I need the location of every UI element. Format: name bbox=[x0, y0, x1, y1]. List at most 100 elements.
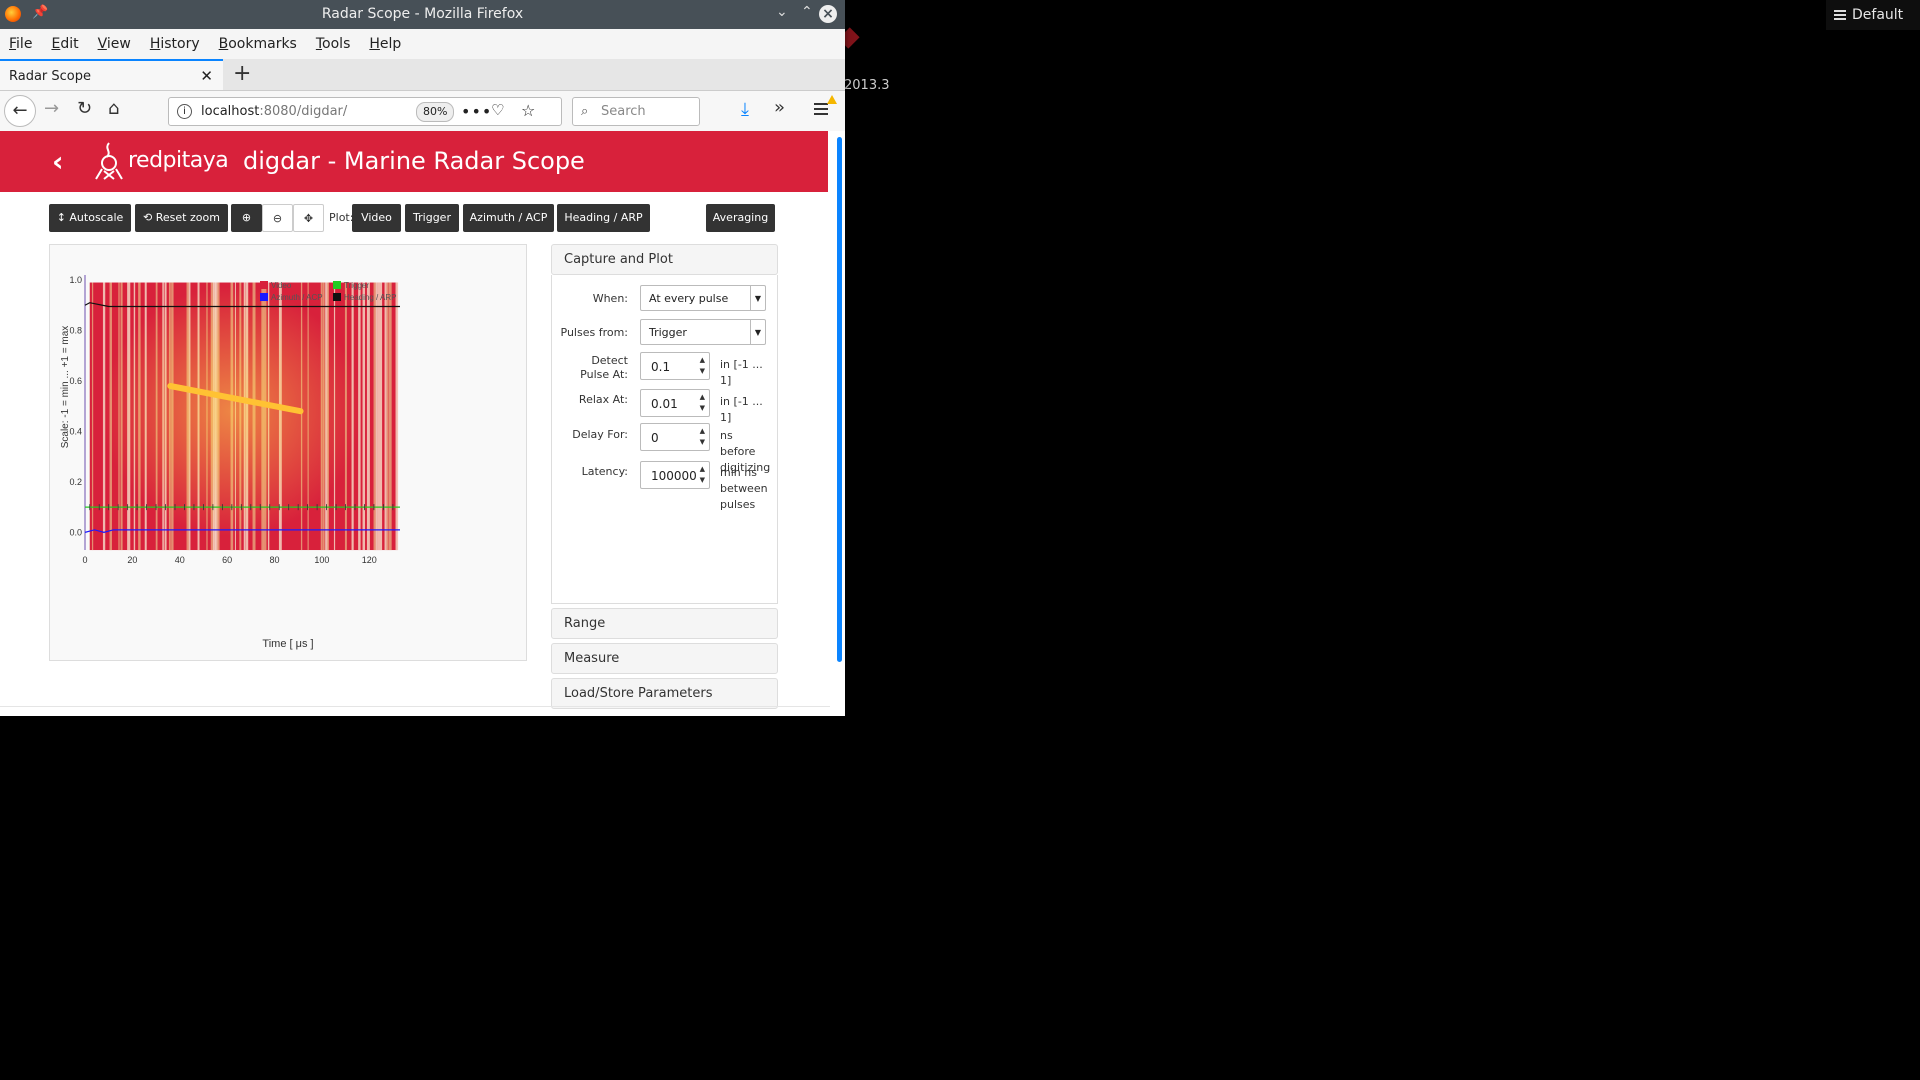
video-stripe bbox=[395, 282, 399, 551]
legend-label: Video bbox=[271, 281, 292, 290]
legend-swatch bbox=[260, 293, 268, 301]
menu-edit[interactable]: Edit bbox=[51, 36, 78, 52]
forward-arrow-icon[interactable]: → bbox=[44, 98, 59, 119]
highlight-glow bbox=[101, 286, 362, 537]
spinner-icon[interactable]: ▲ ▼ bbox=[700, 426, 705, 448]
plot-heading-button[interactable]: Heading / ARP bbox=[557, 204, 650, 232]
desktop-activities-button[interactable]: Default bbox=[1826, 0, 1920, 30]
legend-label: Azimuth / ACP bbox=[271, 293, 323, 302]
page-content: ‹ redpitaya digdar - Marine Radar Scope … bbox=[0, 131, 845, 716]
reset-zoom-button[interactable]: ⟲ Reset zoom bbox=[135, 204, 228, 232]
video-stripe bbox=[384, 282, 387, 551]
when-label: When: bbox=[592, 292, 628, 305]
minimize-icon[interactable]: ⌄ bbox=[776, 4, 788, 20]
video-stripe bbox=[377, 282, 381, 551]
home-icon[interactable]: ⌂ bbox=[108, 98, 119, 119]
back-chevron-icon[interactable]: ‹ bbox=[52, 145, 64, 178]
pan-button[interactable]: ✥ bbox=[293, 204, 324, 232]
x-tick-label: 40 bbox=[175, 555, 185, 565]
page-divider bbox=[0, 706, 830, 707]
video-stripe bbox=[386, 282, 389, 551]
tab-close-icon[interactable]: ✕ bbox=[200, 61, 213, 92]
new-tab-icon[interactable]: + bbox=[233, 61, 251, 86]
y-tick-label: 0.4 bbox=[69, 426, 82, 436]
relax-at-label: Relax At: bbox=[578, 393, 628, 406]
overflow-chevron-icon[interactable]: » bbox=[774, 97, 785, 118]
video-stripe bbox=[91, 282, 94, 551]
pulses-from-select[interactable]: Trigger ▼ bbox=[640, 319, 766, 345]
close-icon[interactable]: × bbox=[819, 5, 837, 23]
range-section-header[interactable]: Range bbox=[551, 608, 778, 639]
menu-file[interactable]: File bbox=[9, 36, 32, 52]
menu-bar: File Edit View History Bookmarks Tools H… bbox=[0, 29, 845, 59]
tab-radar-scope[interactable]: Radar Scope ✕ bbox=[0, 59, 223, 90]
plot-video-button[interactable]: Video bbox=[352, 204, 401, 232]
delay-for-label: Delay For: bbox=[572, 428, 628, 441]
plot-azimuth-button[interactable]: Azimuth / ACP bbox=[463, 204, 554, 232]
bookmark-star-icon[interactable]: ☆ bbox=[521, 97, 535, 124]
reload-icon[interactable]: ↻ bbox=[77, 98, 92, 119]
menu-bookmarks[interactable]: Bookmarks bbox=[219, 36, 297, 52]
vertical-scrollbar[interactable] bbox=[837, 137, 842, 662]
relax-at-value: 0.01 bbox=[651, 397, 678, 411]
x-tick-label: 0 bbox=[82, 555, 87, 565]
x-axis-label: Time [ μs ] bbox=[262, 638, 313, 650]
when-select[interactable]: At every pulse ▼ bbox=[640, 285, 766, 311]
zoom-in-button[interactable]: ⊕ bbox=[231, 204, 262, 232]
menu-history[interactable]: History bbox=[150, 36, 200, 52]
maximize-icon[interactable]: ⌃ bbox=[801, 4, 813, 20]
chart-svg[interactable]: 0.0 0.2 0.4 0.6 0.8 1.0 0 20 40 60 80 100 120 Video T… bbox=[50, 245, 526, 660]
latency-unit: min ns between pulses bbox=[720, 466, 768, 511]
download-icon[interactable]: ⤓ bbox=[741, 99, 749, 120]
averaging-button[interactable]: Averaging bbox=[706, 204, 775, 232]
url-text: localhost:8080/digdar/ bbox=[201, 98, 347, 125]
pulses-from-value: Trigger bbox=[649, 326, 687, 339]
menu-tools[interactable]: Tools bbox=[316, 36, 351, 52]
plot-trigger-button[interactable]: Trigger bbox=[405, 204, 459, 232]
detect-pulse-label: Detect Pulse At: bbox=[580, 354, 628, 381]
url-host: localhost bbox=[201, 104, 260, 119]
title-bar: 📌 Radar Scope - Mozilla Firefox ⌄ ⌃ × bbox=[0, 0, 845, 29]
latency-input[interactable]: 100000 ▲ ▼ bbox=[640, 461, 710, 489]
legend-swatch bbox=[333, 293, 341, 301]
spinner-icon[interactable]: ▲ ▼ bbox=[700, 464, 705, 486]
page-title: digdar - Marine Radar Scope bbox=[243, 147, 585, 175]
reset-zoom-label: Reset zoom bbox=[155, 211, 220, 224]
legend-swatch bbox=[260, 281, 268, 289]
detect-pulse-value: 0.1 bbox=[651, 360, 671, 374]
pocket-icon[interactable]: ♡ bbox=[491, 97, 504, 124]
x-tick-label: 20 bbox=[127, 555, 137, 565]
y-axis-label: Scale: -1 = min ... +1 = max bbox=[60, 326, 71, 449]
scope-chart[interactable]: 0.0 0.2 0.4 0.6 0.8 1.0 0 20 40 60 80 100 120 Video T… bbox=[49, 244, 527, 661]
autoscale-label: Autoscale bbox=[69, 211, 124, 224]
plot-label: Plot: bbox=[329, 211, 354, 224]
spinner-icon[interactable]: ▲ ▼ bbox=[700, 355, 705, 377]
x-tick-label: 80 bbox=[269, 555, 279, 565]
menu-view[interactable]: View bbox=[98, 36, 131, 52]
spinner-icon[interactable]: ▲ ▼ bbox=[700, 392, 705, 414]
capture-plot-header[interactable]: Capture and Plot bbox=[551, 244, 778, 275]
zoom-out-button[interactable]: ⊖ bbox=[262, 204, 293, 232]
load-store-section-header[interactable]: Load/Store Parameters bbox=[551, 678, 778, 709]
autoscale-button[interactable]: ↕ Autoscale bbox=[49, 204, 131, 232]
latency-value: 100000 bbox=[651, 469, 697, 483]
hamburger-menu-icon[interactable] bbox=[814, 100, 828, 118]
search-input[interactable]: ⌕ Search bbox=[572, 97, 700, 126]
delay-for-input[interactable]: 0 ▲ ▼ bbox=[640, 423, 710, 451]
desktop-text: 2013.3 bbox=[844, 78, 890, 93]
relax-at-unit: in [-1 ... 1] bbox=[720, 395, 763, 424]
info-icon[interactable]: i bbox=[177, 104, 192, 119]
zoom-indicator[interactable]: 80% bbox=[416, 102, 455, 122]
firefox-window: 📌 Radar Scope - Mozilla Firefox ⌄ ⌃ × Fi… bbox=[0, 0, 845, 716]
x-tick-label: 60 bbox=[222, 555, 232, 565]
delay-for-value: 0 bbox=[651, 431, 659, 445]
move-icon: ✥ bbox=[303, 212, 314, 225]
url-bar[interactable]: i localhost:8080/digdar/ 80% ••• ♡ ☆ bbox=[168, 97, 562, 126]
relax-at-input[interactable]: 0.01 ▲ ▼ bbox=[640, 389, 710, 417]
video-stripe bbox=[380, 282, 383, 551]
menu-help[interactable]: Help bbox=[369, 36, 401, 52]
page-actions-icon[interactable]: ••• bbox=[461, 98, 492, 125]
detect-pulse-input[interactable]: 0.1 ▲ ▼ bbox=[640, 352, 710, 380]
back-arrow-icon[interactable]: ← bbox=[4, 95, 36, 127]
measure-section-header[interactable]: Measure bbox=[551, 643, 778, 674]
